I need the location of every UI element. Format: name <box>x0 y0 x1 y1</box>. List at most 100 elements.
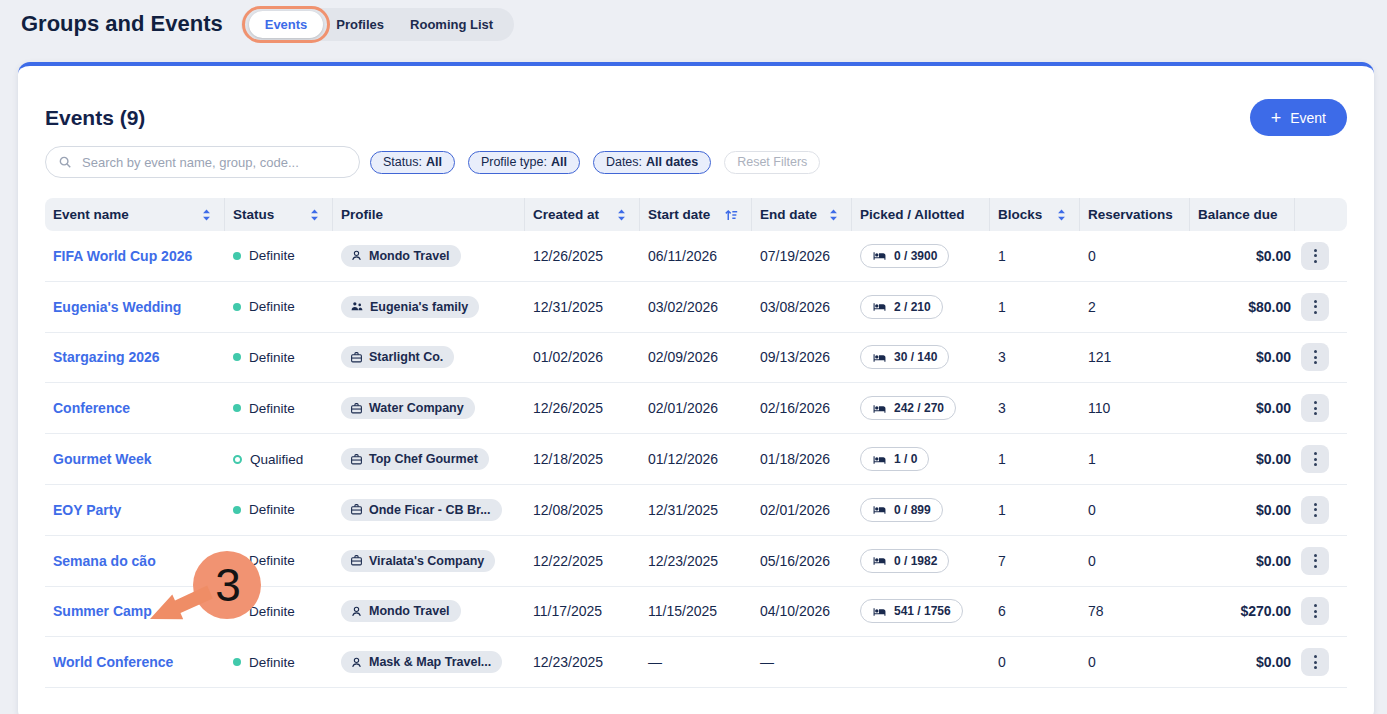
column-header-profile: Profile <box>333 198 525 231</box>
status-label: Definite <box>249 604 295 619</box>
sort-icon[interactable] <box>1057 209 1071 221</box>
blocks-count: 1 <box>990 248 1080 264</box>
reset-filters-button[interactable]: Reset Filters <box>724 151 820 174</box>
plus-icon: + <box>1271 109 1282 127</box>
event-name-link[interactable]: Conference <box>53 400 130 416</box>
profile-chip[interactable]: Viralata's Company <box>341 550 495 572</box>
start-date: 01/12/2026 <box>640 451 752 467</box>
picked-allotted-badge: 2 / 210 <box>860 295 943 319</box>
table-header: Event nameStatusProfileCreated atStart d… <box>45 198 1347 231</box>
briefcase-icon <box>350 402 363 415</box>
status-label: Definite <box>249 553 295 568</box>
person-icon <box>350 249 363 262</box>
sort-icon[interactable] <box>829 209 843 221</box>
sort-asc-icon[interactable] <box>725 209 743 221</box>
reservations-count: 110 <box>1080 400 1190 416</box>
column-header-event-name[interactable]: Event name <box>45 198 225 231</box>
search-box[interactable] <box>45 146 360 178</box>
event-name-link[interactable]: Semana do cão <box>53 553 156 569</box>
reservations-count: 78 <box>1080 603 1190 619</box>
bed-icon <box>872 554 887 567</box>
status-dot-qualified <box>233 455 242 464</box>
status-dot-definite <box>233 303 241 311</box>
event-row: World ConferenceDefiniteMask & Map Trave… <box>45 637 1347 688</box>
status-label: Definite <box>249 248 295 263</box>
event-row: Stargazing 2026DefiniteStarlight Co.01/0… <box>45 333 1347 384</box>
blocks-count: 1 <box>990 451 1080 467</box>
row-actions-button[interactable] <box>1301 293 1329 321</box>
column-header-status[interactable]: Status <box>225 198 333 231</box>
filter-chip-dates[interactable]: Dates:All dates <box>593 151 711 174</box>
family-icon <box>350 300 364 313</box>
row-actions-button[interactable] <box>1301 242 1329 270</box>
end-date: 02/16/2026 <box>752 400 852 416</box>
filter-chip-status[interactable]: Status:All <box>370 151 455 174</box>
blocks-count: 1 <box>990 299 1080 315</box>
created-at: 01/02/2026 <box>525 349 640 365</box>
status-dot-definite <box>233 353 241 361</box>
picked-allotted-badge: 0 / 899 <box>860 498 943 522</box>
status-dot-definite <box>233 252 241 260</box>
row-actions-button[interactable] <box>1301 343 1329 371</box>
created-at: 12/23/2025 <box>525 654 640 670</box>
event-name-link[interactable]: EOY Party <box>53 502 121 518</box>
tab-profiles[interactable]: Profiles <box>323 11 397 38</box>
event-name-link[interactable]: Eugenia's Wedding <box>53 299 181 315</box>
end-date: 07/19/2026 <box>752 248 852 264</box>
reservations-count: 0 <box>1080 654 1190 670</box>
profile-chip[interactable]: Mondo Travel <box>341 245 461 267</box>
add-event-button[interactable]: +Event <box>1250 99 1347 136</box>
sort-icon[interactable] <box>617 209 631 221</box>
picked-allotted-badge: 1 / 0 <box>860 447 929 471</box>
end-date: 02/01/2026 <box>752 502 852 518</box>
blocks-count: 6 <box>990 603 1080 619</box>
profile-chip[interactable]: Mask & Map Travel... <box>341 651 502 673</box>
blocks-count: 3 <box>990 400 1080 416</box>
event-name-link[interactable]: Gourmet Week <box>53 451 152 467</box>
event-name-link[interactable]: Summer Camp <box>53 603 152 619</box>
column-header-created-at[interactable]: Created at <box>525 198 640 231</box>
status-dot-definite <box>233 658 241 666</box>
row-actions-button[interactable] <box>1301 547 1329 575</box>
column-header-end-date[interactable]: End date <box>752 198 852 231</box>
balance-due: $80.00 <box>1190 299 1295 315</box>
column-header-blocks[interactable]: Blocks <box>990 198 1080 231</box>
tab-rooming-list[interactable]: Rooming List <box>397 11 506 38</box>
start-date: 02/01/2026 <box>640 400 752 416</box>
status-label: Definite <box>249 299 295 314</box>
blocks-count: 1 <box>990 502 1080 518</box>
row-actions-button[interactable] <box>1301 597 1329 625</box>
profile-chip[interactable]: Starlight Co. <box>341 346 454 368</box>
row-actions-button[interactable] <box>1301 394 1329 422</box>
event-name-link[interactable]: Stargazing 2026 <box>53 349 160 365</box>
profile-chip[interactable]: Water Company <box>341 397 475 419</box>
row-actions-button[interactable] <box>1301 648 1329 676</box>
event-name-link[interactable]: World Conference <box>53 654 173 670</box>
created-at: 12/26/2025 <box>525 248 640 264</box>
created-at: 12/26/2025 <box>525 400 640 416</box>
profile-name: Top Chef Gourmet <box>369 452 478 466</box>
filter-chip-profile-type[interactable]: Profile type:All <box>468 151 580 174</box>
sort-icon[interactable] <box>310 209 324 221</box>
column-header-actions <box>1295 198 1340 231</box>
status-label: Definite <box>249 502 295 517</box>
balance-due: $0.00 <box>1190 553 1295 569</box>
column-header-start-date[interactable]: Start date <box>640 198 752 231</box>
balance-due: $0.00 <box>1190 502 1295 518</box>
row-actions-button[interactable] <box>1301 445 1329 473</box>
profile-chip[interactable]: Top Chef Gourmet <box>341 448 489 470</box>
profile-name: Onde Ficar - CB Br... <box>369 503 491 517</box>
tab-events[interactable]: Events <box>249 11 324 38</box>
sort-icon[interactable] <box>202 209 216 221</box>
balance-due: $270.00 <box>1190 603 1295 619</box>
profile-chip[interactable]: Eugenia's family <box>341 296 479 318</box>
column-header-picked-allotted: Picked / Allotted <box>852 198 990 231</box>
start-date: 12/31/2025 <box>640 502 752 518</box>
row-actions-button[interactable] <box>1301 496 1329 524</box>
created-at: 11/17/2025 <box>525 603 640 619</box>
search-input[interactable] <box>80 154 347 171</box>
profile-chip[interactable]: Mondo Travel <box>341 600 461 622</box>
blocks-count: 3 <box>990 349 1080 365</box>
profile-chip[interactable]: Onde Ficar - CB Br... <box>341 499 502 521</box>
event-name-link[interactable]: FIFA World Cup 2026 <box>53 248 192 264</box>
